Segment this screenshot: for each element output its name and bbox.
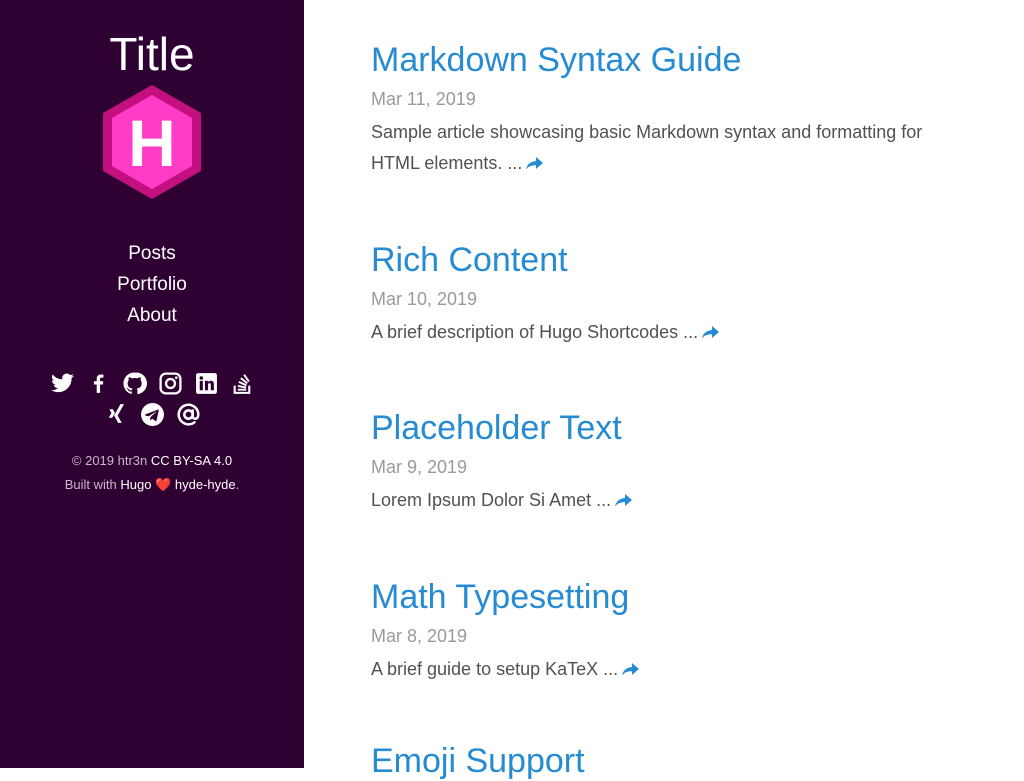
site-title[interactable]: Title [0, 28, 304, 80]
social-links [0, 368, 304, 429]
post-summary: Lorem Ipsum Dolor Si Amet ... [371, 485, 946, 516]
github-icon[interactable] [121, 370, 147, 396]
footer-period: . [235, 477, 240, 492]
logo-letter: H [128, 106, 176, 180]
post-item: Math Typesetting Mar 8, 2019 A brief gui… [371, 577, 971, 685]
facebook-icon[interactable] [85, 370, 111, 396]
post-item: Emoji Support [371, 741, 971, 781]
post-date: Mar 8, 2019 [371, 626, 468, 646]
post-date: Mar 10, 2019 [371, 289, 478, 309]
hugo-link[interactable]: Hugo [120, 477, 151, 492]
stackoverflow-icon[interactable] [229, 370, 255, 396]
post-summary: Sample article showcasing basic Markdown… [371, 122, 923, 173]
post-date: Mar 11, 2019 [371, 89, 476, 109]
post-item: Rich Content Mar 10, 2019 A brief descri… [371, 240, 971, 348]
read-more-arrow-icon[interactable] [702, 322, 720, 342]
sidebar: Title H Posts Portfolio About © 2019 htr… [0, 0, 304, 768]
instagram-icon[interactable] [157, 370, 183, 396]
read-more-arrow-icon[interactable] [622, 659, 640, 679]
post-title-link[interactable]: Math Typesetting [371, 577, 971, 617]
post-list: Markdown Syntax Guide Mar 11, 2019 Sampl… [371, 0, 971, 780]
post-date: Mar 9, 2019 [371, 457, 468, 477]
sidebar-footer: © 2019 htr3n CC BY-SA 4.0 Built with Hug… [0, 449, 304, 497]
heart-icon: ❤️ [155, 477, 172, 492]
theme-link[interactable]: hyde-hyde [175, 477, 236, 492]
telegram-icon[interactable] [139, 401, 165, 427]
linkedin-icon[interactable] [193, 370, 219, 396]
read-more-arrow-icon[interactable] [526, 153, 544, 173]
license-link[interactable]: CC BY-SA 4.0 [151, 453, 232, 468]
nav-item-about[interactable]: About [0, 300, 304, 331]
twitter-icon[interactable] [49, 370, 75, 396]
xing-icon[interactable] [103, 401, 129, 427]
hugo-logo-icon[interactable]: H [100, 83, 204, 201]
post-summary: A brief guide to setup KaTeX ... [371, 654, 946, 685]
post-title-link[interactable]: Rich Content [371, 240, 971, 280]
nav-item-portfolio[interactable]: Portfolio [0, 269, 304, 300]
post-item: Placeholder Text Mar 9, 2019 Lorem Ipsum… [371, 408, 971, 516]
post-title-link[interactable]: Markdown Syntax Guide [371, 40, 971, 80]
post-title-link[interactable]: Emoji Support [371, 741, 971, 781]
built-with-text: Built with [64, 477, 117, 492]
sidebar-nav: Posts Portfolio About [0, 238, 304, 331]
copyright-text: © 2019 htr3n [71, 453, 148, 468]
post-item: Markdown Syntax Guide Mar 11, 2019 Sampl… [371, 40, 971, 179]
nav-item-posts[interactable]: Posts [0, 238, 304, 269]
read-more-arrow-icon[interactable] [615, 490, 633, 510]
email-icon[interactable] [175, 401, 201, 427]
post-summary: A brief description of Hugo Shortcodes .… [371, 317, 946, 348]
post-title-link[interactable]: Placeholder Text [371, 408, 971, 448]
